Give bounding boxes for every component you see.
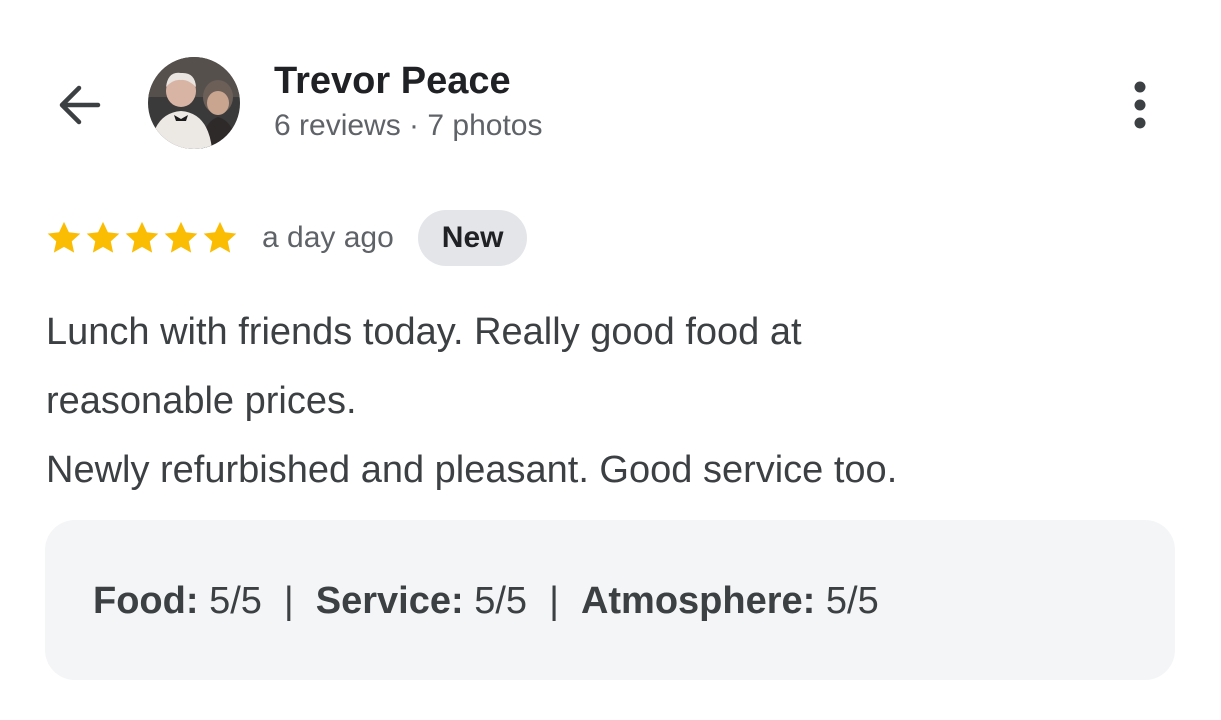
new-badge: New [417, 210, 528, 266]
atmosphere-label: Atmosphere: [580, 580, 816, 622]
star-rating [45, 219, 240, 257]
review-time: a day ago [262, 221, 394, 254]
ratings-card: Food: 5/5 | Service: 5/5 | Atmosphere: 5… [45, 520, 1175, 680]
review-line: Lunch with friends today. Really good fo… [46, 311, 802, 353]
service-value: 5/5 [474, 580, 528, 622]
review-line: reasonable prices. [46, 380, 357, 422]
separator: | [283, 580, 294, 622]
food-label: Food: [93, 580, 199, 622]
review-line: Newly refurbished and pleasant. Good ser… [46, 449, 898, 491]
star-icon [164, 221, 198, 253]
star-icon [125, 221, 159, 253]
ratings-line: Food: 5/5 | Service: 5/5 | Atmosphere: 5… [93, 574, 879, 628]
more-options-button[interactable] [1112, 75, 1168, 135]
more-vertical-icon [1134, 81, 1146, 129]
star-icon [47, 221, 81, 253]
separator: | [549, 580, 559, 622]
service-label: Service: [315, 580, 464, 622]
star-icon [86, 221, 120, 253]
review-text: Lunch with friends today. Really good fo… [46, 298, 1176, 505]
back-button[interactable] [50, 75, 110, 135]
star-icon [203, 221, 237, 253]
food-value: 5/5 [209, 580, 262, 622]
atmosphere-value: 5/5 [825, 580, 879, 622]
avatar[interactable] [148, 57, 240, 149]
avatar-photo [148, 57, 240, 149]
user-name[interactable]: Trevor Peace [274, 58, 542, 104]
rating-row: a day ago New [45, 210, 528, 266]
user-meta: 6 reviews · 7 photos [274, 109, 543, 142]
arrow-left-icon [59, 85, 101, 125]
